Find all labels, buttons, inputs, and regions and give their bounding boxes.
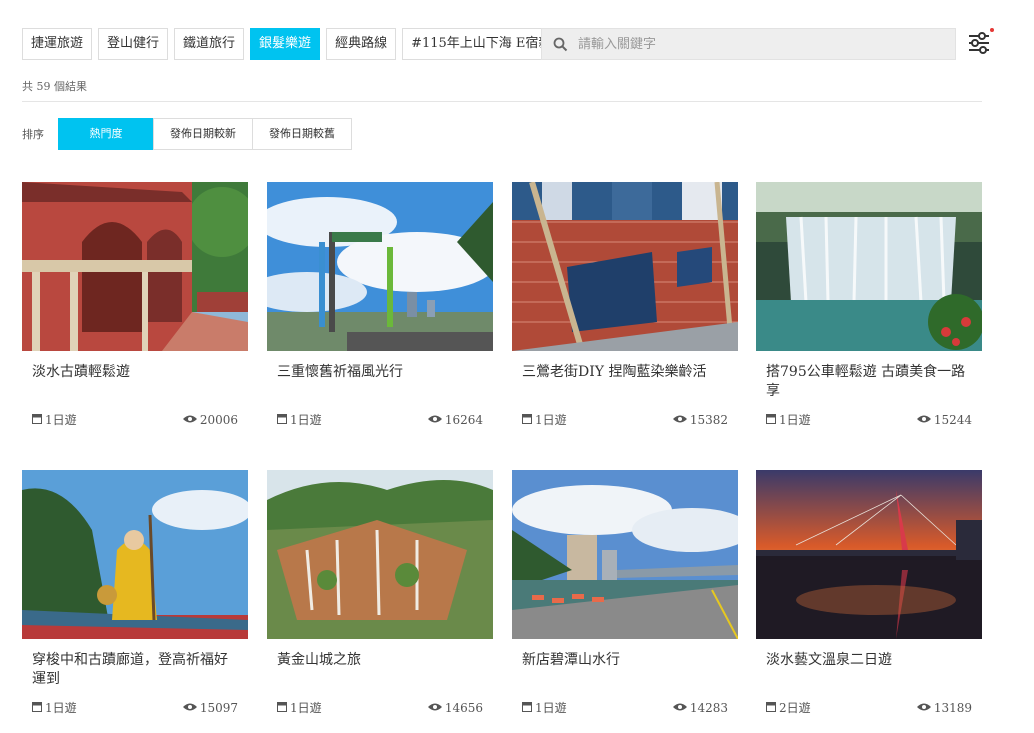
tour-image [267, 182, 493, 351]
tour-duration: 1日遊 [290, 413, 322, 427]
calendar-icon [32, 413, 42, 427]
tour-title: 穿梭中和古蹟廊道，登高祈福好運到 [32, 652, 228, 687]
tour-meta: 2日遊 13189 [766, 699, 972, 716]
tour-title: 淡水古蹟輕鬆遊 [32, 364, 130, 380]
tour-title: 搭795公車輕鬆遊 古蹟美食一路享 [766, 364, 966, 399]
tour-card[interactable]: 三鶯老街DIY 捏陶藍染樂齡活 1日遊 15382 [512, 182, 738, 438]
eye-icon [672, 413, 687, 427]
calendar-icon [277, 701, 287, 715]
eye-icon [427, 701, 442, 715]
tour-image [756, 470, 982, 639]
tour-card[interactable]: 搭795公車輕鬆遊 古蹟美食一路享 1日遊 15244 [756, 182, 982, 438]
search-box [541, 28, 956, 60]
sort-label: 排序 [22, 128, 44, 141]
calendar-icon [766, 413, 776, 427]
tab-hiking[interactable]: 登山健行 [98, 28, 169, 60]
tour-duration: 2日遊 [779, 701, 811, 715]
search-icon [552, 36, 568, 52]
tour-views: 14283 [689, 700, 728, 715]
tour-image [512, 470, 738, 639]
tour-title: 淡水藝文溫泉二日遊 [766, 652, 892, 668]
tour-meta: 1日遊 15097 [32, 699, 238, 716]
tab-classic-routes[interactable]: 經典路線 [326, 28, 397, 60]
sort-newest[interactable]: 發佈日期較新 [153, 118, 253, 150]
tour-image [756, 182, 982, 351]
search-input[interactable] [578, 36, 938, 52]
tour-title: 新店碧潭山水行 [522, 652, 620, 668]
tour-views: 16264 [444, 412, 483, 427]
sort-bar: 排序 熱門度 發佈日期較新 發佈日期較舊 [22, 118, 352, 150]
eye-icon [916, 701, 931, 715]
tour-duration: 1日遊 [45, 701, 77, 715]
tour-card[interactable]: 黃金山城之旅 1日遊 14656 [267, 470, 493, 726]
tour-views: 20006 [199, 412, 238, 427]
tour-meta: 1日遊 20006 [32, 411, 238, 428]
calendar-icon [32, 701, 42, 715]
eye-icon [182, 701, 197, 715]
result-count: 共 59 個結果 [22, 80, 87, 93]
tour-views: 13189 [933, 700, 972, 715]
category-tabs: 捷運旅遊 登山健行 鐵道旅行 銀髮樂遊 經典路線 #115年上山下海 E宿新北打… [22, 28, 577, 60]
divider [22, 101, 982, 102]
tour-card[interactable]: 淡水藝文溫泉二日遊 2日遊 13189 [756, 470, 982, 726]
tour-meta: 1日遊 15382 [522, 411, 728, 428]
tab-senior-travel[interactable]: 銀髮樂遊 [250, 28, 321, 60]
sliders-icon [966, 32, 992, 62]
calendar-icon [766, 701, 776, 715]
tour-image [22, 470, 248, 639]
tour-card[interactable]: 穿梭中和古蹟廊道，登高祈福好運到 1日遊 15097 [22, 470, 248, 726]
tour-image [22, 182, 248, 351]
tour-meta: 1日遊 14656 [277, 699, 483, 716]
eye-icon [182, 413, 197, 427]
sort-popularity[interactable]: 熱門度 [58, 118, 154, 150]
tour-title: 三重懷舊祈福風光行 [277, 364, 403, 380]
sort-oldest[interactable]: 發佈日期較舊 [252, 118, 352, 150]
notification-dot [990, 28, 994, 32]
tour-views: 14656 [444, 700, 483, 715]
tour-meta: 1日遊 16264 [277, 411, 483, 428]
tour-meta: 1日遊 15244 [766, 411, 972, 428]
tour-duration: 1日遊 [535, 701, 567, 715]
eye-icon [916, 413, 931, 427]
tour-title: 三鶯老街DIY 捏陶藍染樂齡活 [522, 364, 707, 380]
calendar-icon [277, 413, 287, 427]
calendar-icon [522, 413, 532, 427]
tour-card[interactable]: 淡水古蹟輕鬆遊 1日遊 20006 [22, 182, 248, 438]
tour-views: 15097 [199, 700, 238, 715]
eye-icon [427, 413, 442, 427]
tab-railway-travel[interactable]: 鐵道旅行 [174, 28, 245, 60]
tour-duration: 1日遊 [290, 701, 322, 715]
filter-button[interactable] [966, 28, 994, 58]
calendar-icon [522, 701, 532, 715]
eye-icon [672, 701, 687, 715]
tour-views: 15382 [689, 412, 728, 427]
tour-title: 黃金山城之旅 [277, 652, 361, 668]
tour-duration: 1日遊 [535, 413, 567, 427]
tour-image [267, 470, 493, 639]
tour-duration: 1日遊 [779, 413, 811, 427]
tab-metro-travel[interactable]: 捷運旅遊 [22, 28, 93, 60]
tour-image [512, 182, 738, 351]
tour-duration: 1日遊 [45, 413, 77, 427]
tour-card[interactable]: 新店碧潭山水行 1日遊 14283 [512, 470, 738, 726]
tour-meta: 1日遊 14283 [522, 699, 728, 716]
tour-views: 15244 [933, 412, 972, 427]
tour-card[interactable]: 三重懷舊祈福風光行 1日遊 16264 [267, 182, 493, 438]
